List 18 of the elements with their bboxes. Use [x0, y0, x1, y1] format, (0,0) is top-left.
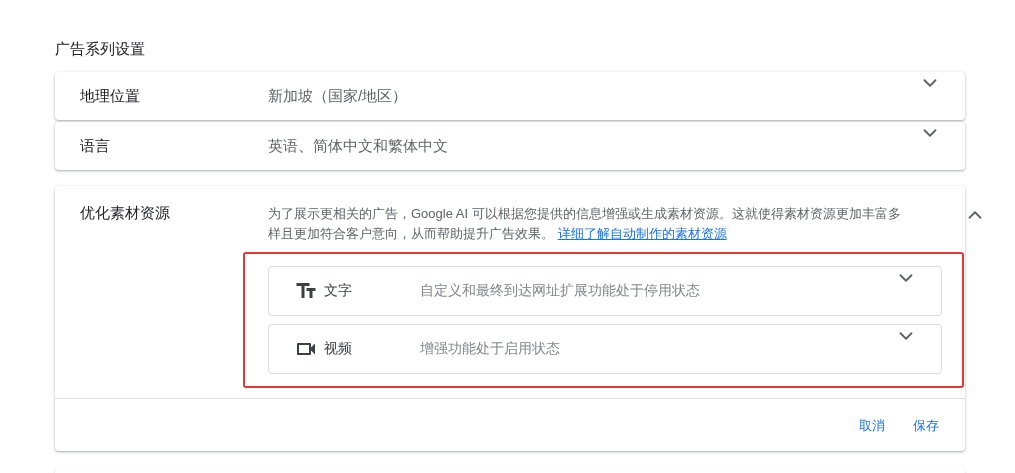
setting-value: 英语、简体中文和繁体中文: [268, 136, 449, 156]
setting-row[interactable]: 语言 英语、简体中文和繁体中文: [55, 122, 965, 170]
save-button[interactable]: 保存: [903, 411, 949, 441]
setting-label: 地理位置: [80, 86, 141, 106]
section-title: 广告系列设置: [55, 40, 146, 59]
setting-value: 新加坡（国家/地区）: [268, 86, 409, 106]
option-row[interactable]: 视频 增强功能处于启用状态: [268, 324, 942, 374]
setting-label: 语言: [80, 136, 111, 156]
setting-row[interactable]: 地理位置 新加坡（国家/地区）: [55, 72, 965, 120]
option-row[interactable]: 文字 自定义和最终到达网址扩展功能处于停用状态: [268, 266, 942, 316]
option-status: 增强功能处于启用状态: [420, 340, 561, 358]
option-label: 视频: [324, 340, 353, 358]
cancel-button[interactable]: 取消: [849, 411, 895, 441]
option-label: 文字: [324, 282, 353, 300]
learn-more-link[interactable]: 详细了解自动制作的素材资源: [557, 226, 727, 241]
setting-label: 优化素材资源: [80, 204, 171, 223]
description-text: 为了展示更相关的广告，Google AI 可以根据您提供的信息增强或生成素材资源。这就使得素材资源更加丰富多样且更加符合客户意向，从而帮助提升广告效果。 详细了解自动制作的素材资源: [268, 205, 902, 243]
option-status: 自定义和最终到达网址扩展功能处于停用状态: [420, 282, 701, 300]
